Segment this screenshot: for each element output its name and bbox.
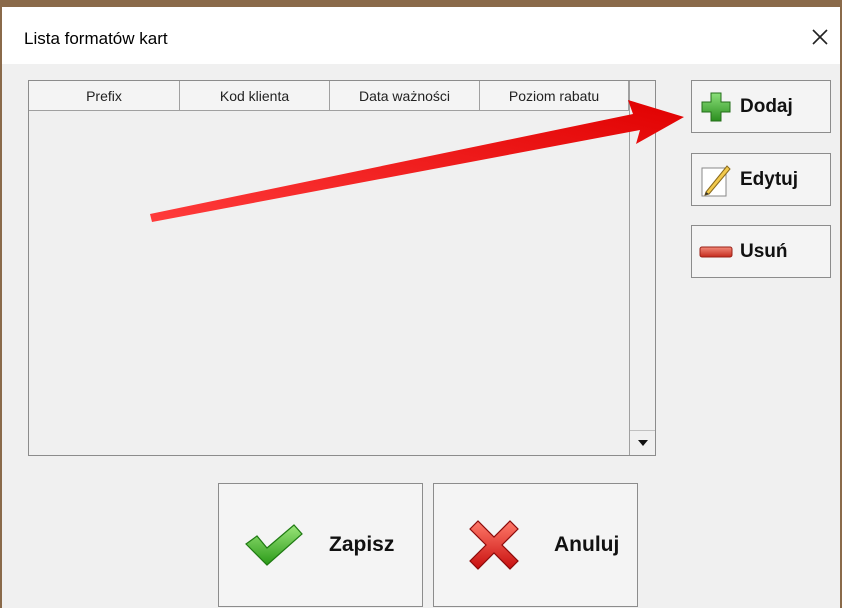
save-button-label: Zapisz xyxy=(329,533,395,556)
column-header-prefix[interactable]: Prefix xyxy=(29,81,180,111)
cancel-button[interactable]: Anuluj xyxy=(433,483,638,607)
dialog-window: Lista formatów kart Prefix Kod klienta D… xyxy=(2,7,840,608)
scroll-down-arrow-icon xyxy=(637,440,648,446)
red-x-icon xyxy=(434,517,554,573)
pencil-icon xyxy=(692,162,740,198)
scroll-down-button[interactable] xyxy=(630,430,655,455)
edit-button-label: Edytuj xyxy=(740,168,799,190)
column-header-poziom-rabatu[interactable]: Poziom rabatu xyxy=(480,81,629,111)
close-icon xyxy=(812,29,828,45)
checkmark-icon xyxy=(219,522,329,568)
save-button[interactable]: Zapisz xyxy=(218,483,423,607)
add-button-label: Dodaj xyxy=(740,95,793,117)
add-button[interactable]: Dodaj xyxy=(691,80,831,133)
plus-icon xyxy=(692,90,740,124)
cancel-button-label: Anuluj xyxy=(554,533,620,556)
window-title: Lista formatów kart xyxy=(24,29,168,48)
column-header-data-waznosci[interactable]: Data ważności xyxy=(330,81,480,111)
delete-button-label: Usuń xyxy=(740,240,788,262)
close-button[interactable] xyxy=(802,19,838,55)
column-header-kod-klienta[interactable]: Kod klienta xyxy=(180,81,330,111)
vertical-scrollbar[interactable] xyxy=(629,81,655,455)
delete-button[interactable]: Usuń xyxy=(691,225,831,278)
title-bar: Lista formatów kart xyxy=(2,7,840,64)
card-format-list[interactable]: Prefix Kod klienta Data ważności Poziom … xyxy=(28,80,656,456)
minus-icon xyxy=(692,244,740,260)
edit-button[interactable]: Edytuj xyxy=(691,153,831,206)
